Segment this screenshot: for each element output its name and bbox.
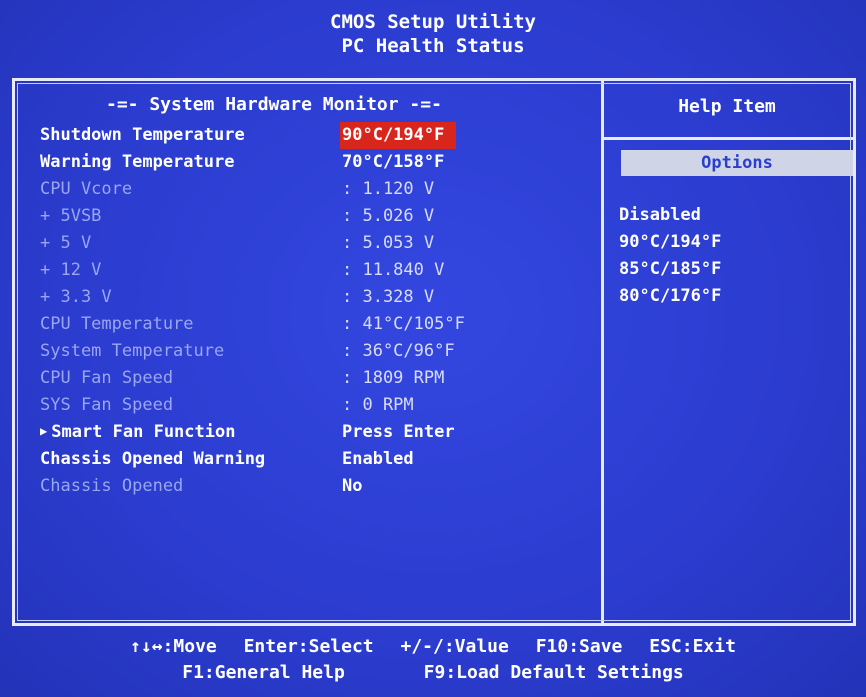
key-help: F1:General Help: [182, 662, 345, 683]
setting-row-smart-fan-function[interactable]: ▶ Smart Fan Function Press Enter: [40, 419, 580, 446]
readout-value: : 3.328 V: [342, 287, 435, 307]
setting-row-chassis-opened-warning[interactable]: Chassis Opened Warning Enabled: [40, 446, 580, 473]
option-item[interactable]: 80°C/176°F: [619, 283, 721, 310]
setting-row-warning-temperature[interactable]: Warning Temperature 70°C/158°F: [40, 149, 580, 176]
readout-label: Chassis Opened: [40, 476, 184, 496]
readout-label: CPU Temperature: [40, 314, 194, 334]
key-legend: ↑↓↔:Move Enter:Select +/-/:Value F10:Sav…: [0, 626, 866, 697]
readout-value: : 36°C/96°F: [342, 341, 455, 361]
readout-row-cpu-vcore: CPU Vcore : 1.120 V: [40, 176, 580, 203]
readout-value: : 11.840 V: [342, 260, 445, 280]
readout-value: : 5.053 V: [342, 233, 435, 253]
setting-value[interactable]: 70°C/158°F: [342, 149, 444, 176]
setting-label: Warning Temperature: [40, 152, 235, 172]
option-item[interactable]: 90°C/194°F: [619, 229, 721, 256]
readout-label: + 3.3 V: [40, 287, 112, 307]
readout-value: : 41°C/105°F: [342, 314, 465, 334]
settings-panel: -=- System Hardware Monitor -=- Shutdown…: [26, 84, 586, 604]
submenu-arrow-icon: ▶: [40, 424, 48, 438]
utility-title: CMOS Setup Utility: [330, 11, 536, 33]
title-bar: CMOS Setup Utility PC Health Status: [0, 0, 866, 70]
section-heading: -=- System Hardware Monitor -=-: [106, 94, 442, 115]
readout-row-cpu-temperature: CPU Temperature : 41°C/105°F: [40, 311, 580, 338]
key-legend-line-1: ↑↓↔:Move Enter:Select +/-/:Value F10:Sav…: [0, 634, 866, 660]
readout-label: + 5VSB: [40, 206, 102, 226]
setting-value-selected[interactable]: 90°C/194°F: [340, 122, 457, 149]
key-defaults: F9:Load Default Settings: [423, 662, 684, 683]
readout-label: CPU Fan Speed: [40, 368, 174, 388]
setting-row-shutdown-temperature[interactable]: Shutdown Temperature 90°C/194°F: [40, 122, 580, 149]
setting-label: ▶ Smart Fan Function: [40, 419, 235, 447]
readout-row-chassis-opened: Chassis Opened No: [40, 473, 580, 500]
key-select: Enter:Select: [243, 636, 374, 657]
key-legend-line-2: F1:General Help F9:Load Default Settings: [0, 660, 866, 686]
readout-row-12v: + 12 V : 11.840 V: [40, 257, 580, 284]
setting-label-text: Smart Fan Function: [51, 422, 236, 442]
readout-row-5vsb: + 5VSB : 5.026 V: [40, 203, 580, 230]
option-item[interactable]: 85°C/185°F: [619, 256, 721, 283]
setting-label: Chassis Opened Warning: [40, 449, 266, 469]
readout-label: SYS Fan Speed: [40, 395, 174, 415]
key-exit: ESC:Exit: [649, 636, 736, 657]
help-title: Help Item: [678, 96, 776, 117]
readout-label: + 5 V: [40, 233, 92, 253]
readout-row-5v: + 5 V : 5.053 V: [40, 230, 580, 257]
key-save: F10:Save: [535, 636, 623, 657]
options-header: Options: [621, 150, 853, 176]
help-panel: Help Item Options Disabled 90°C/194°F 85…: [601, 84, 853, 604]
bios-screen: CMOS Setup Utility PC Health Status -=- …: [0, 0, 866, 697]
key-value: +/-/:Value: [400, 636, 509, 657]
readout-value: No: [342, 476, 363, 496]
setting-value[interactable]: Enabled: [342, 446, 414, 473]
readout-value: : 1809 RPM: [342, 368, 445, 388]
option-item[interactable]: Disabled: [619, 202, 721, 229]
readout-label: + 12 V: [40, 260, 102, 280]
readout-label: CPU Vcore: [40, 179, 133, 199]
readout-value: : 0 RPM: [342, 395, 414, 415]
readout-row-system-temperature: System Temperature : 36°C/96°F: [40, 338, 580, 365]
readout-row-3v3: + 3.3 V : 3.328 V: [40, 284, 580, 311]
page-title: PC Health Status: [341, 35, 525, 57]
key-move: ↑↓↔:Move: [130, 636, 217, 657]
setting-value[interactable]: Press Enter: [342, 419, 455, 446]
readout-row-cpu-fan-speed: CPU Fan Speed : 1809 RPM: [40, 365, 580, 392]
readout-value: : 1.120 V: [342, 179, 435, 199]
readout-label: System Temperature: [40, 341, 225, 361]
readout-value: : 5.026 V: [342, 206, 435, 226]
options-list: Disabled 90°C/194°F 85°C/185°F 80°C/176°…: [619, 202, 721, 310]
readout-row-sys-fan-speed: SYS Fan Speed : 0 RPM: [40, 392, 580, 419]
setting-label: Shutdown Temperature: [40, 125, 245, 145]
